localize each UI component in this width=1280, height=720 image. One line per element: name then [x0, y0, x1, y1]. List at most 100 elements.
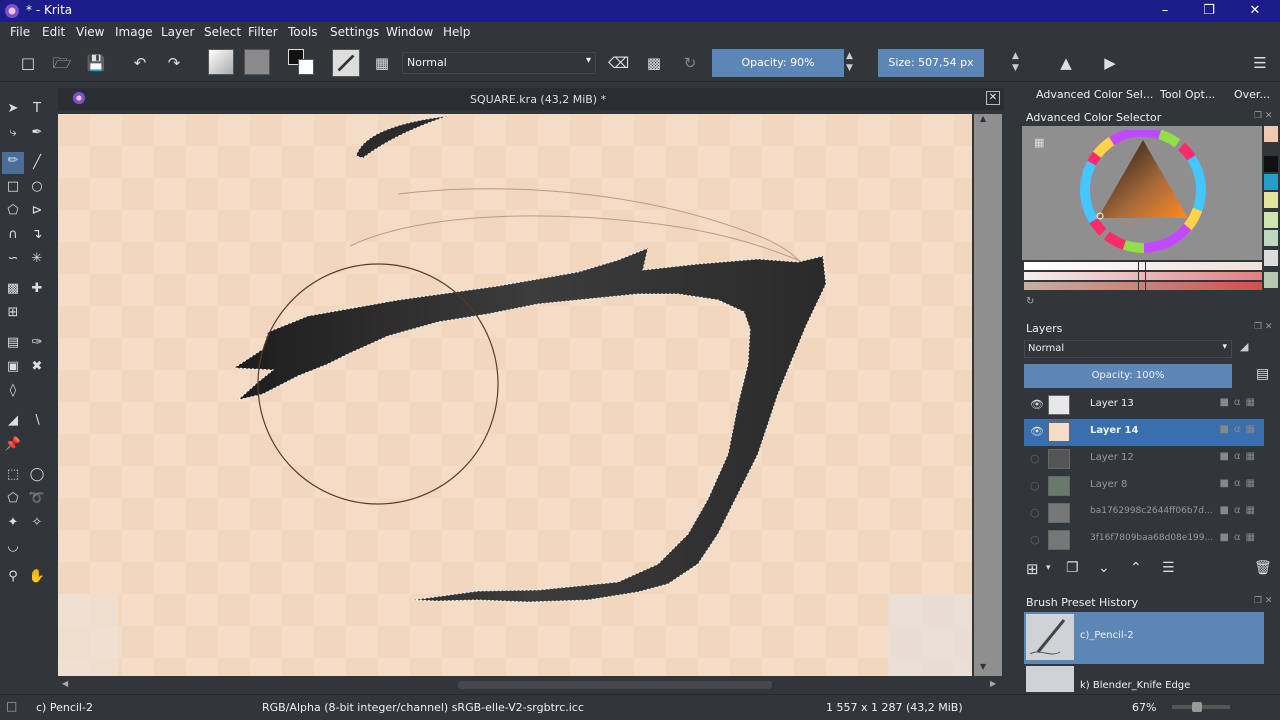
refresh-colors-icon[interactable]: ↻ [1026, 296, 1034, 307]
status-color-space[interactable]: RGB/Alpha (8-bit integer/channel) sRGB-e… [262, 701, 584, 714]
calligraphy-icon[interactable]: ✒ [28, 124, 46, 142]
polyline-tool-icon[interactable]: ⊳ [28, 202, 46, 220]
maximize-icon[interactable]: ❐ [1194, 2, 1224, 20]
slider-handle[interactable] [1138, 260, 1146, 292]
brush-history-float-icon[interactable]: ❐ ✕ [1254, 596, 1272, 606]
layer-row[interactable]: ○ 3f16f7809baa68d08e199... ■α▦ [1024, 527, 1264, 554]
opacity-slider[interactable]: Opacity: 90% [712, 49, 844, 77]
lock-alpha-icons[interactable]: ■α▦ [1220, 478, 1261, 489]
lock-alpha-icons[interactable]: ■α▦ [1220, 505, 1261, 516]
vertical-scrollbar[interactable]: ▲ ▼ [974, 114, 1002, 676]
menu-layer[interactable]: Layer [161, 25, 194, 39]
menu-window[interactable]: Window [386, 25, 433, 39]
menu-filter[interactable]: Filter [248, 25, 278, 39]
close-icon[interactable]: ✕ [1240, 2, 1270, 20]
measure-tool-icon[interactable]: ∖ [28, 412, 46, 430]
toolbar-menu-icon[interactable]: ☰ [1250, 53, 1270, 73]
pan-tool-icon[interactable]: ✋ [28, 568, 46, 586]
menu-file[interactable]: File [10, 25, 30, 39]
zoom-tool-icon[interactable]: ⚲ [4, 568, 22, 586]
layers-float-icon[interactable]: ❐ ✕ [1254, 322, 1272, 332]
menu-tools[interactable]: Tools [288, 25, 318, 39]
color-history-strip[interactable] [1262, 126, 1280, 306]
eraser-icon[interactable]: ⌫ [608, 53, 629, 73]
lock-alpha-icons[interactable]: ■α▦ [1220, 532, 1261, 543]
edit-shapes-icon[interactable]: ⤷ [4, 124, 22, 142]
scroll-left-icon[interactable]: ◀ [62, 679, 68, 688]
smart-patch-icon[interactable]: ✖ [28, 358, 46, 376]
mirror-vertical-icon[interactable]: ▶ [1100, 53, 1120, 73]
layer-row[interactable]: ○ ba1762998c2644ff06b7d... ■α▦ [1024, 500, 1264, 527]
ellipse-tool-icon[interactable]: ○ [28, 178, 46, 196]
move-layer-down-icon[interactable]: ⌄ [1098, 560, 1110, 576]
duplicate-layer-icon[interactable]: ❐ [1066, 560, 1079, 576]
select-shapes-icon[interactable]: ➤ [4, 100, 22, 118]
scroll-down-icon[interactable]: ▼ [980, 662, 986, 671]
status-zoom[interactable]: 67% [1132, 701, 1156, 714]
lock-alpha-icons[interactable]: ■α▦ [1220, 424, 1261, 435]
eye-icon[interactable]: 👁 [1030, 398, 1044, 411]
layer-opacity-slider[interactable]: Opacity: 100% [1024, 364, 1232, 388]
workspace-grid-icon[interactable]: ▦ [372, 53, 392, 73]
eye-hidden-icon[interactable]: ○ [1030, 452, 1040, 465]
rectangle-tool-icon[interactable]: □ [4, 178, 22, 196]
zoom-slider[interactable] [1172, 702, 1230, 712]
layers-blend-select[interactable]: Normal ▾ [1024, 340, 1232, 358]
panel-float-icon[interactable]: ❐ ✕ [1254, 111, 1272, 121]
dynamic-brush-icon[interactable]: ∽ [4, 250, 22, 268]
contiguous-select-icon[interactable]: ✦ [4, 514, 22, 532]
blend-mode-select[interactable]: Normal ▾ [402, 52, 596, 74]
ellipse-select-icon[interactable]: ◯ [28, 466, 46, 484]
menu-settings[interactable]: Settings [330, 25, 379, 39]
menu-view[interactable]: View [76, 25, 104, 39]
scroll-right-icon[interactable]: ▶ [990, 679, 996, 688]
add-layer-dropdown-icon[interactable]: ▾ [1046, 563, 1051, 573]
layer-row[interactable]: 👁 Layer 13 ■α▦ [1024, 392, 1264, 419]
fg-bg-color-icon[interactable] [288, 49, 314, 75]
color-wheel-area[interactable]: ▦ [1022, 126, 1262, 260]
alpha-lock-icon[interactable]: ▩ [644, 53, 664, 73]
gradient-swatch[interactable] [208, 49, 234, 75]
mirror-horizontal-icon[interactable]: ▲ [1056, 53, 1076, 73]
open-folder-icon[interactable]: 🗁 [52, 53, 72, 73]
move-tool-icon[interactable]: ✚ [28, 280, 46, 298]
colorize-mask-icon[interactable]: ▣ [4, 358, 22, 376]
transform-tool-icon[interactable]: ▩ [4, 280, 22, 298]
gradient-tool-icon[interactable]: ▤ [4, 334, 22, 352]
redo-icon[interactable]: ↷ [164, 53, 184, 73]
lock-alpha-icons[interactable]: ■α▦ [1220, 397, 1261, 408]
canvas[interactable] [58, 114, 972, 676]
color-picker-icon[interactable]: ✑ [28, 334, 46, 352]
minimize-icon[interactable]: – [1150, 2, 1180, 20]
brush-size-slider[interactable]: Size: 507,54 px [878, 49, 984, 77]
brush-preset-item[interactable]: c)_Pencil-2 [1024, 612, 1264, 664]
new-document-icon[interactable]: □ [18, 53, 38, 73]
brush-preset-item[interactable]: k) Blender_Knife Edge [1024, 664, 1264, 694]
text-tool-icon[interactable]: T [28, 100, 46, 118]
layer-properties-icon[interactable]: ▤ [1256, 366, 1269, 382]
layer-row[interactable]: ○ Layer 8 ■α▦ [1024, 473, 1264, 500]
menu-image[interactable]: Image [115, 25, 153, 39]
pattern-swatch[interactable] [244, 49, 270, 75]
eye-hidden-icon[interactable]: ○ [1030, 533, 1040, 546]
horizontal-scroll-thumb[interactable] [458, 681, 772, 689]
hue-ring-triangle[interactable] [1078, 130, 1208, 260]
move-layer-up-icon[interactable]: ⌃ [1130, 560, 1142, 576]
save-icon[interactable]: 💾 [86, 53, 106, 73]
scroll-up-icon[interactable]: ▲ [980, 114, 986, 123]
assistant-tool-icon[interactable]: ◢ [4, 412, 22, 430]
multibrush-icon[interactable]: ✳ [28, 250, 46, 268]
menu-help[interactable]: Help [443, 25, 470, 39]
bezier-select-icon[interactable]: ◡ [4, 538, 22, 556]
freehand-select-icon[interactable]: ➰ [28, 490, 46, 508]
brush-preset-icon[interactable] [332, 49, 360, 77]
opacity-stepper-icon[interactable]: ▲ ▼ [846, 50, 853, 74]
eye-icon[interactable]: 👁 [1030, 425, 1044, 438]
layer-settings-icon[interactable]: ☰ [1162, 560, 1175, 576]
zoom-slider-handle[interactable] [1192, 702, 1202, 712]
line-tool-icon[interactable]: ╱ [28, 154, 46, 172]
size-stepper-icon[interactable]: ▲ ▼ [1012, 50, 1019, 74]
close-document-icon[interactable]: ✕ [986, 91, 1000, 105]
fill-tool-icon[interactable]: ◊ [4, 382, 22, 400]
tab-overview[interactable]: Over... [1234, 88, 1270, 101]
